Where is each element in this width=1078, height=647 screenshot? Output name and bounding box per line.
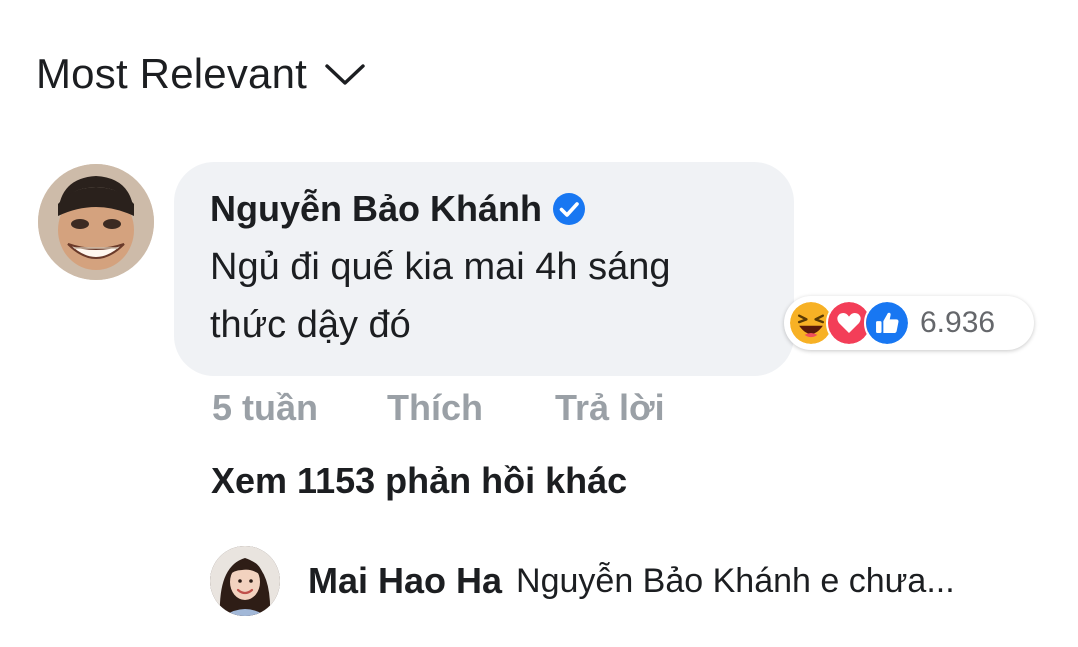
- reply-author-avatar[interactable]: [210, 546, 280, 616]
- comment-author-name[interactable]: Nguyễn Bảo Khánh: [210, 188, 542, 230]
- comment-author-line: Nguyễn Bảo Khánh: [210, 184, 758, 234]
- sort-label: Most Relevant: [36, 50, 308, 97]
- comment-bubble[interactable]: Nguyễn Bảo Khánh Ngủ đi quế kia mai 4h s…: [174, 162, 794, 376]
- reactions-summary[interactable]: 6.936: [784, 296, 1034, 350]
- chevron-down-icon: [323, 60, 367, 88]
- reply-author-name[interactable]: Mai Hao Ha: [308, 560, 502, 602]
- reply-button[interactable]: Trả lời: [555, 387, 665, 429]
- verified-badge-icon: [552, 192, 586, 226]
- commenter-avatar[interactable]: [38, 164, 154, 280]
- sort-dropdown[interactable]: Most Relevant: [36, 46, 367, 102]
- like-button[interactable]: Thích: [387, 387, 555, 429]
- reply-preview-row[interactable]: Mai Hao Ha Nguyễn Bảo Khánh e chưa...: [210, 546, 1060, 616]
- comment-timestamp: 5 tuần: [212, 387, 319, 428]
- reply-preview-text: Nguyễn Bảo Khánh e chưa...: [516, 561, 955, 600]
- like-reaction-icon: [864, 300, 910, 346]
- comment-text: Ngủ đi quế kia mai 4h sáng thức dậy đó: [210, 246, 671, 346]
- comment-actions: 5 tuần Thích Trả lời: [212, 384, 665, 432]
- reaction-count: 6.936: [920, 306, 996, 339]
- view-more-replies-link[interactable]: Xem 1153 phản hồi khác: [211, 460, 627, 502]
